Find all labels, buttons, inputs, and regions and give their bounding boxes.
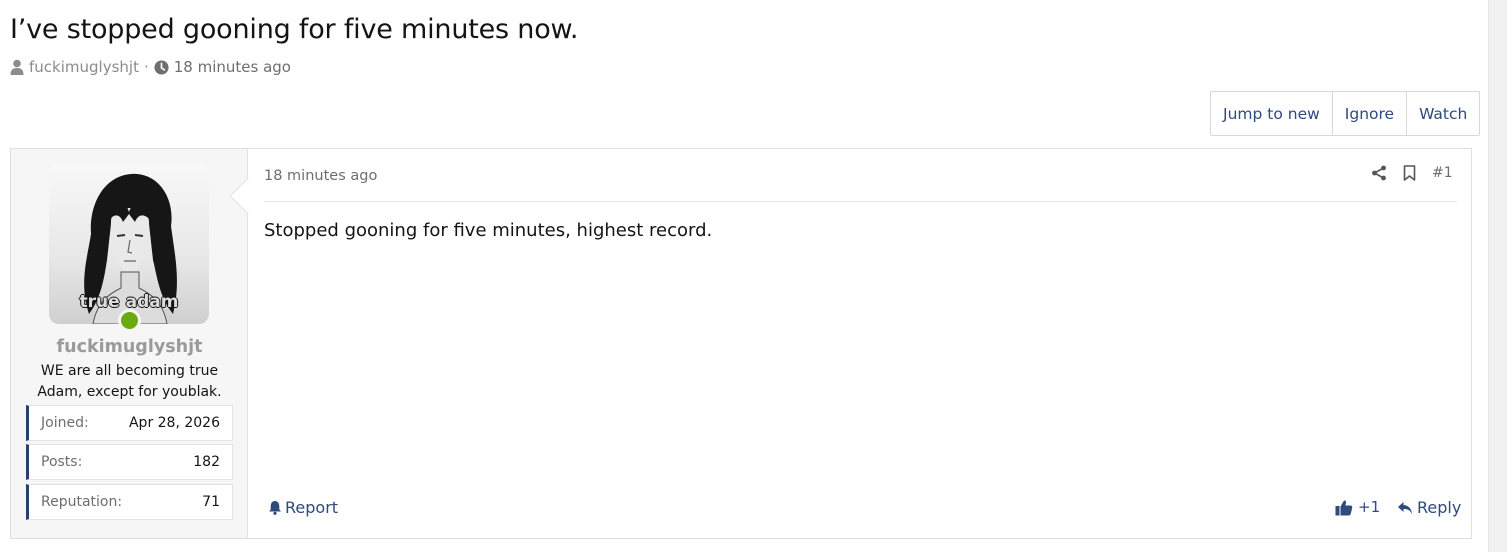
stat-value: 71	[202, 494, 220, 510]
thread-title: I’ve stopped gooning for five minutes no…	[10, 14, 579, 45]
post-body: Stopped gooning for five minutes, highes…	[264, 220, 713, 241]
ignore-button[interactable]: Ignore	[1333, 92, 1408, 135]
thread-meta: fuckimuglyshjt · 18 minutes ago	[10, 58, 291, 76]
stat-label: Joined:	[41, 415, 89, 431]
post-time[interactable]: 18 minutes ago	[264, 168, 377, 184]
stat-label: Reputation:	[41, 494, 123, 510]
stat-reputation: Reputation: 71	[26, 484, 233, 520]
watch-button[interactable]: Watch	[1407, 92, 1479, 135]
stat-joined: Joined: Apr 28, 2026	[26, 405, 233, 441]
reaction-count: +1	[1358, 498, 1381, 516]
post: true adam fuckimuglyshjt WE are all beco…	[10, 148, 1472, 539]
scrollbar[interactable]	[1488, 0, 1507, 552]
bookmark-icon[interactable]	[1403, 165, 1416, 181]
thumbs-up-icon	[1335, 499, 1353, 516]
thread-page: I’ve stopped gooning for five minutes no…	[0, 0, 1507, 552]
user-title: WE are all becoming true Adam, except fo…	[37, 363, 222, 400]
share-icon[interactable]	[1371, 165, 1387, 181]
report-button[interactable]: Report	[268, 498, 338, 517]
reply-label: Reply	[1417, 498, 1462, 517]
reaction-button[interactable]: +1	[1335, 498, 1380, 516]
stat-label: Posts:	[41, 454, 83, 470]
reply-button[interactable]: Reply	[1397, 498, 1461, 517]
report-label: Report	[285, 498, 339, 517]
stat-posts: Posts: 182	[26, 444, 233, 480]
avatar[interactable]: true adam	[49, 164, 209, 324]
reply-icon	[1397, 501, 1413, 515]
post-user-column: true adam fuckimuglyshjt WE are all beco…	[11, 149, 248, 538]
jump-to-new-button[interactable]: Jump to new	[1211, 92, 1333, 135]
thread-author-link[interactable]: fuckimuglyshjt	[29, 58, 139, 76]
stat-value: 182	[193, 454, 220, 470]
post-username[interactable]: fuckimuglyshjt	[11, 337, 248, 357]
thread-actions: Jump to new Ignore Watch	[1210, 91, 1481, 136]
user-icon	[10, 59, 24, 75]
post-number-link[interactable]: #1	[1432, 165, 1453, 181]
clock-icon	[154, 59, 169, 75]
thread-time[interactable]: 18 minutes ago	[174, 58, 291, 76]
stat-value: Apr 28, 2026	[128, 415, 220, 431]
online-status-indicator	[118, 309, 141, 332]
meta-separator: ·	[143, 58, 149, 76]
post-divider	[264, 201, 1457, 202]
post-header-actions: #1	[1371, 165, 1453, 181]
bell-icon	[268, 500, 282, 515]
